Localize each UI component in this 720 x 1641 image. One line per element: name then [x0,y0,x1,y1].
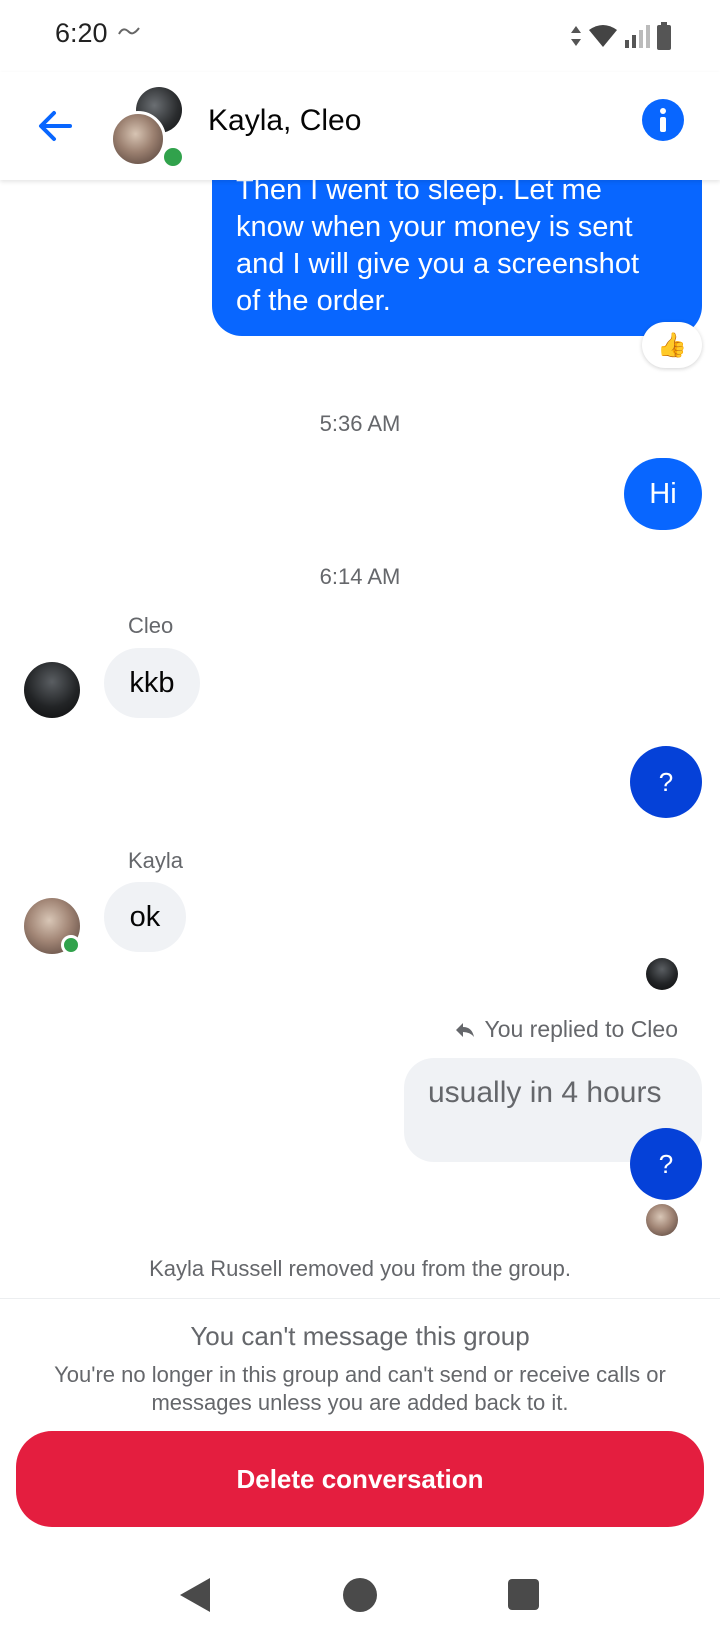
message-text: ok [129,900,161,933]
thumbs-up-reaction[interactable]: 👍 [642,322,702,368]
message-text-line: and I will give you a screenshot [236,248,639,280]
message-bubble-outgoing[interactable]: ? [630,746,702,818]
message-text-line: of the order. [236,285,391,317]
nav-back-icon[interactable] [180,1578,210,1612]
timestamp: 6:14 AM [319,564,401,589]
nav-home-icon[interactable] [343,1578,377,1612]
delete-conversation-button[interactable]: Delete conversation [16,1431,704,1527]
sender-name: Kayla [128,848,184,873]
online-indicator [161,145,185,169]
group-avatar[interactable] [110,87,190,169]
back-arrow-icon [39,111,72,141]
avatar-cleo[interactable] [24,662,80,718]
reply-arrow-icon [456,1022,475,1037]
message-bubble-incoming[interactable]: kkb [104,648,200,718]
cannot-message-title: You can't message this group [190,1321,530,1351]
message-text: kkb [129,666,175,699]
nav-recents-icon[interactable] [508,1579,539,1610]
system-message: Kayla Russell removed you from the group… [149,1256,571,1281]
read-receipt-cleo [646,958,678,990]
thumbs-up-icon: 👍 [657,331,687,359]
timestamp: 5:36 AM [319,411,401,436]
avatar-kayla [110,111,166,167]
signal-icon [625,25,650,48]
data-arrows-icon [571,26,581,46]
conversation-header: Kayla, Cleo [0,72,720,180]
reply-label: You replied to Cleo [454,1016,678,1043]
info-icon [660,108,666,132]
status-bar: 6:20 [0,0,720,72]
message-text: usually in 4 hours [428,1076,662,1109]
read-receipt-kayla [646,1204,678,1236]
info-button[interactable] [642,99,684,141]
reply-label-text: You replied to Cleo [484,1016,678,1042]
cannot-message-description: You're no longer in this group and can't… [54,1362,666,1415]
sender-name: Cleo [128,613,174,638]
message-bubble-outgoing[interactable]: ? [630,1128,702,1200]
message-text: Hi [649,477,677,510]
message-text-line: know when your money is sent [236,211,633,243]
carrier-icon [117,24,143,43]
message-text: ? [658,766,674,797]
message-bubble-incoming[interactable]: ok [104,882,186,952]
message-bubble-outgoing[interactable]: Hi [624,458,702,530]
battery-icon [657,22,671,50]
conversation-title[interactable]: Kayla, Cleo [208,104,361,138]
back-button[interactable] [32,102,80,150]
system-navigation-bar [0,1560,720,1640]
message-text: ? [658,1148,674,1179]
status-time: 6:20 [55,18,108,48]
online-indicator [61,935,81,955]
status-icons [570,20,672,52]
wifi-icon [589,25,617,47]
